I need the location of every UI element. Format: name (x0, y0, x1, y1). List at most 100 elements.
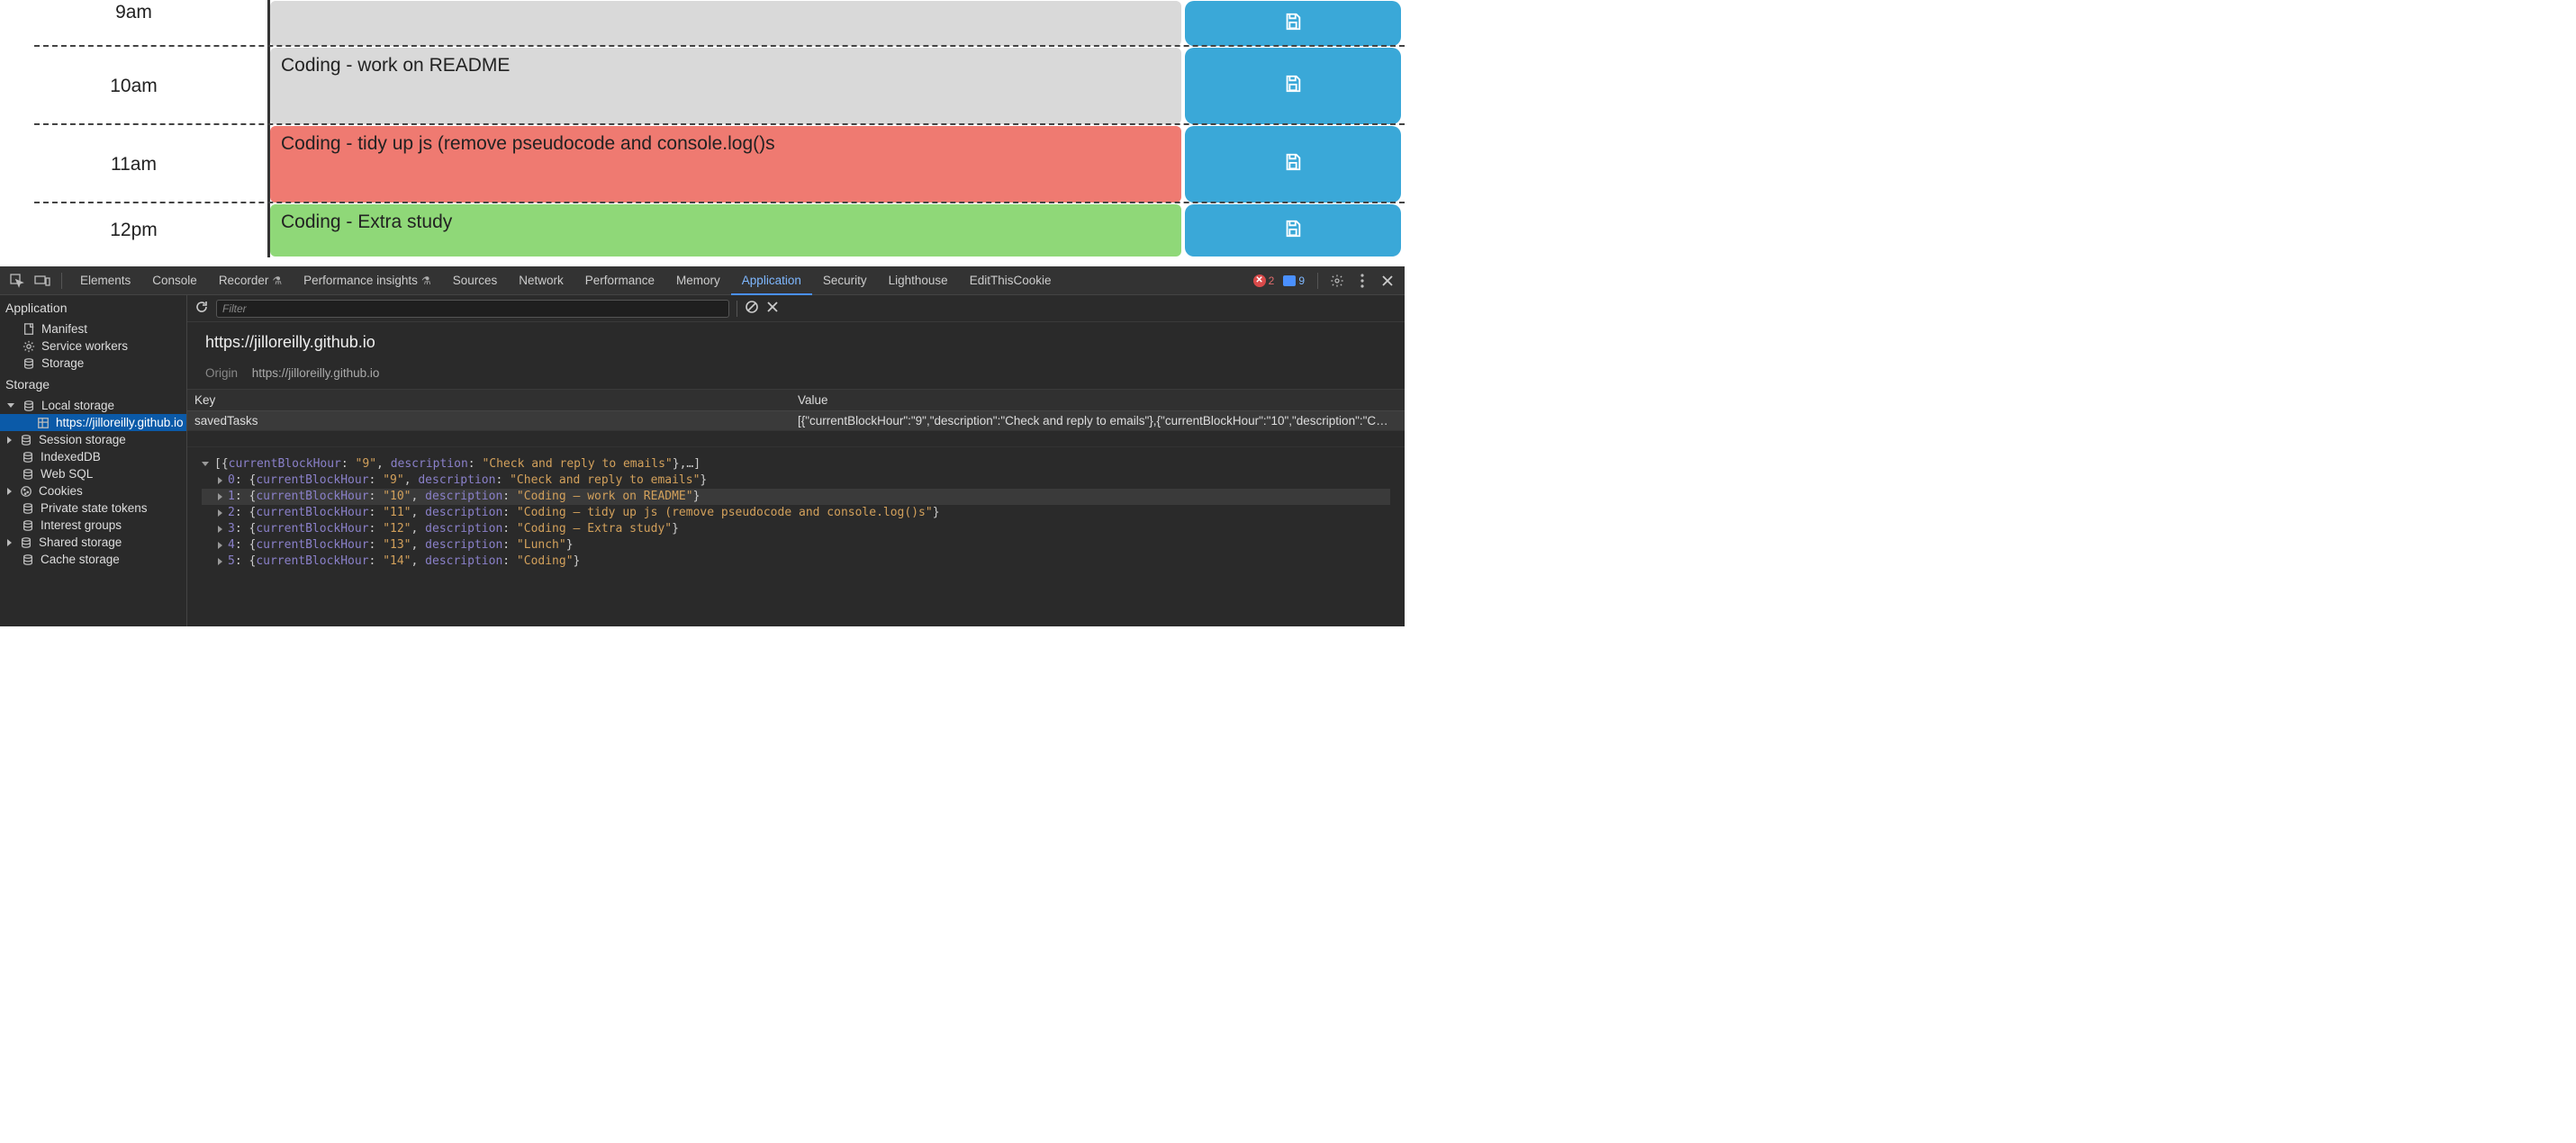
origin-title: https://jilloreilly.github.io (187, 322, 1405, 361)
hour-label: 12pm (0, 203, 270, 257)
expand-icon[interactable] (218, 493, 222, 500)
error-count: 2 (1269, 274, 1275, 287)
refresh-icon[interactable] (194, 300, 209, 317)
issue-counts[interactable]: ✕2 9 (1253, 274, 1305, 287)
expand-icon[interactable] (218, 477, 222, 484)
sidebar-item-shared-storage[interactable]: Shared storage (0, 534, 186, 551)
message-count: 9 (1298, 274, 1305, 287)
tab-sources[interactable]: Sources (442, 266, 509, 295)
task-input[interactable] (270, 1, 1181, 46)
sidebar-item-indexeddb[interactable]: IndexedDB (0, 448, 186, 465)
expand-icon[interactable] (218, 526, 222, 533)
message-icon (1283, 275, 1296, 286)
delete-icon[interactable] (766, 301, 779, 316)
sidebar-item-cache-storage[interactable]: Cache storage (0, 551, 186, 568)
sidebar-item-local-storage[interactable]: Local storage (0, 397, 186, 414)
kebab-icon[interactable] (1351, 269, 1374, 292)
value-preview[interactable]: [{currentBlockHour: "9", description: "C… (187, 447, 1405, 579)
storage-toolbar (187, 295, 1405, 322)
flask-icon: ⚗ (421, 274, 431, 287)
db-icon (21, 554, 35, 566)
settings-icon[interactable] (1325, 269, 1349, 292)
expand-icon[interactable] (218, 542, 222, 549)
tab-performance-insights[interactable]: Performance insights⚗ (293, 266, 442, 295)
preview-item[interactable]: 3: {currentBlockHour: "12", description:… (202, 521, 1390, 537)
db-icon (19, 434, 33, 446)
db-icon (21, 519, 35, 532)
cookie-icon (19, 485, 33, 498)
preview-item[interactable]: 5: {currentBlockHour: "14", description:… (202, 554, 1390, 570)
expand-icon[interactable] (218, 558, 222, 565)
clear-icon[interactable] (745, 300, 759, 317)
sidebar-item-interest-groups[interactable]: Interest groups (0, 517, 186, 534)
col-value[interactable]: Value (791, 390, 1405, 411)
save-button[interactable] (1185, 48, 1401, 124)
preview-item[interactable]: 1: {currentBlockHour: "10", description:… (202, 489, 1390, 505)
save-button[interactable] (1185, 204, 1401, 256)
storage-row[interactable]: savedTasks[{"currentBlockHour":"9","desc… (187, 411, 1405, 431)
origin-value: https://jilloreilly.github.io (252, 366, 380, 380)
save-icon (1283, 74, 1303, 98)
origin-label: Origin (205, 366, 238, 380)
storage-key: savedTasks (187, 411, 791, 431)
sidebar-item-service-workers[interactable]: Service workers (0, 338, 186, 355)
sidebar-item-private-state-tokens[interactable]: Private state tokens (0, 500, 186, 517)
db-icon (22, 357, 36, 370)
db-icon (21, 502, 35, 515)
sidebar-section-application: Application (0, 295, 186, 320)
db-icon (21, 468, 35, 481)
expand-icon[interactable] (7, 539, 12, 546)
close-devtools-icon[interactable] (1376, 269, 1399, 292)
db-icon (21, 451, 35, 464)
devtools-panel: ElementsConsoleRecorder⚗Performance insi… (0, 266, 1405, 626)
sidebar-item-web-sql[interactable]: Web SQL (0, 465, 186, 482)
inspect-icon[interactable] (5, 269, 29, 292)
tab-editthiscookie[interactable]: EditThisCookie (959, 266, 1062, 295)
tab-console[interactable]: Console (141, 266, 208, 295)
preview-item[interactable]: 2: {currentBlockHour: "11", description:… (202, 505, 1390, 521)
sidebar-item-cookies[interactable]: Cookies (0, 482, 186, 500)
gear-icon (22, 340, 36, 353)
save-button[interactable] (1185, 1, 1401, 46)
error-icon: ✕ (1253, 274, 1266, 287)
expand-icon[interactable] (7, 436, 12, 444)
task-input[interactable]: Coding - work on README (270, 48, 1181, 124)
sidebar-item-manifest[interactable]: Manifest (0, 320, 186, 338)
storage-table[interactable]: Key Value savedTasks[{"currentBlockHour"… (187, 390, 1405, 447)
save-button[interactable] (1185, 126, 1401, 202)
storage-value: [{"currentBlockHour":"9","description":"… (791, 411, 1405, 431)
tab-security[interactable]: Security (812, 266, 878, 295)
expand-icon[interactable] (7, 488, 12, 495)
sidebar-section-storage: Storage (0, 372, 186, 397)
expand-icon[interactable] (218, 509, 222, 517)
tab-lighthouse[interactable]: Lighthouse (878, 266, 959, 295)
device-toggle-icon[interactable] (31, 269, 54, 292)
tab-performance[interactable]: Performance (574, 266, 665, 295)
sidebar-item-origin[interactable]: https://jilloreilly.github.io (0, 414, 186, 431)
tab-application[interactable]: Application (731, 266, 812, 295)
sidebar-item-storage[interactable]: Storage (0, 355, 186, 372)
save-icon (1283, 12, 1303, 36)
task-input[interactable]: Coding - Extra study (270, 204, 1181, 256)
flask-icon: ⚗ (272, 274, 282, 287)
tab-network[interactable]: Network (508, 266, 574, 295)
task-input[interactable]: Coding - tidy up js (remove pseudocode a… (270, 126, 1181, 202)
hour-label: 11am (0, 125, 270, 203)
filter-input[interactable] (216, 300, 729, 318)
tab-recorder[interactable]: Recorder⚗ (208, 266, 293, 295)
devtools-tabbar: ElementsConsoleRecorder⚗Performance insi… (0, 266, 1405, 295)
tab-memory[interactable]: Memory (665, 266, 731, 295)
preview-item[interactable]: 4: {currentBlockHour: "13", description:… (202, 537, 1390, 554)
expand-icon[interactable] (202, 462, 209, 466)
sidebar-item-session-storage[interactable]: Session storage (0, 431, 186, 448)
grid-icon (36, 417, 50, 429)
save-icon (1283, 219, 1303, 243)
doc-icon (22, 323, 36, 336)
schedule-row: 12pm Coding - Extra study (0, 203, 1405, 257)
schedule-row: 9am (0, 0, 1405, 47)
expand-icon[interactable] (7, 403, 14, 408)
tab-elements[interactable]: Elements (69, 266, 141, 295)
save-icon (1283, 152, 1303, 176)
preview-item[interactable]: 0: {currentBlockHour: "9", description: … (202, 472, 1390, 489)
col-key[interactable]: Key (187, 390, 791, 411)
